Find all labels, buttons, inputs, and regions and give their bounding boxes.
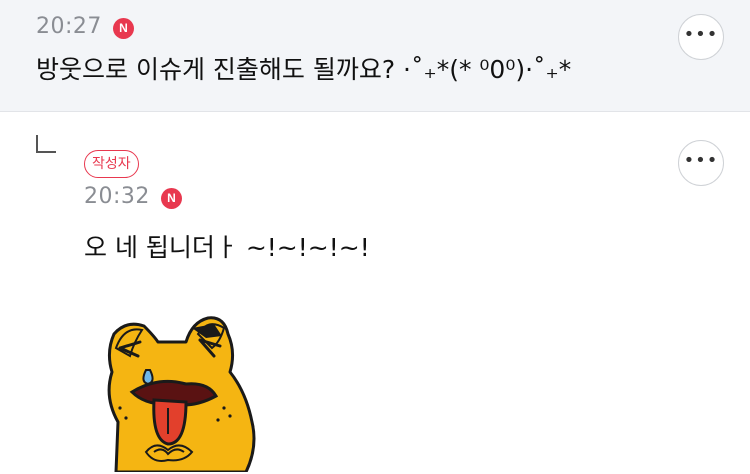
reply-meta: 20:32 N <box>84 184 182 209</box>
reply-indicator-icon <box>36 135 56 153</box>
new-badge: N <box>113 18 134 39</box>
comment-text: 방웃으로 이슈게 진출해도 될까요? ·˚₊*(* ⁰0⁰)·˚₊* <box>36 55 572 84</box>
reply-text: 오 네 됩니더ㅏ ~!~!~!~! <box>84 233 370 262</box>
more-options-button[interactable]: ••• <box>678 14 724 60</box>
more-options-button[interactable]: ••• <box>678 140 724 186</box>
reply-time: 20:32 <box>84 184 150 209</box>
parent-comment: 20:27 N 방웃으로 이슈게 진출해도 될까요? ·˚₊*(* ⁰0⁰)·˚… <box>0 0 750 112</box>
new-badge: N <box>161 188 182 209</box>
tongue-out-bear-sticker <box>107 316 256 472</box>
comment-time: 20:27 <box>36 14 102 39</box>
author-badge: 작성자 <box>84 150 139 178</box>
parent-comment-meta: 20:27 N <box>36 14 134 39</box>
